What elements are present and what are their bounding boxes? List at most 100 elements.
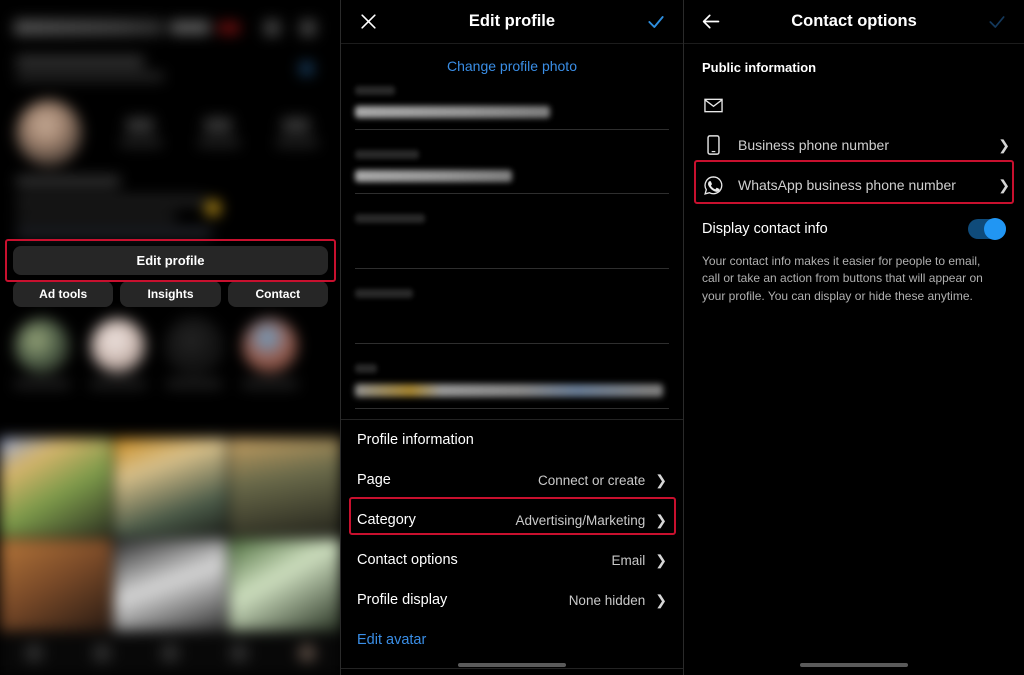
profile-tab-avatar [297,644,316,662]
menu-row-edit-avatar[interactable]: Edit avatar [341,620,683,660]
blurred-profile-content [0,0,340,675]
search-icon [93,644,112,662]
website-field[interactable] [355,289,669,344]
bio-field[interactable] [355,364,669,409]
profile-action-buttons: Ad tools Insights Contact [13,281,328,307]
grid-photo [0,438,113,537]
stat-posts [118,118,164,152]
display-contact-info-toggle[interactable] [968,218,1006,240]
chevron-right-icon: ❯ [655,592,667,608]
menu-value: Email [611,552,646,568]
story-highlight [90,318,146,388]
profile-badge-blurred [170,21,210,34]
toggle-label: Display contact info [702,221,828,237]
contact-row-email[interactable] [684,85,1024,125]
page-title: Edit profile [468,12,556,30]
page-title: Contact options [791,12,917,30]
profile-badge2-blurred [300,62,313,75]
menu-row-profile-information: Profile information [341,420,683,460]
contact-options-panel: Contact options Public information Busin… [684,0,1024,675]
grid-photo [114,539,227,638]
menu-label: Profile information [357,432,474,448]
instagram-profile-panel: Edit profile Ad tools Insights Contact [0,0,341,675]
chevron-right-icon: ❯ [655,472,667,488]
stat-following [274,118,320,152]
menu-icon [300,20,316,36]
profile-subtitle-blurred [16,56,144,67]
chevron-right-icon: ❯ [655,512,667,528]
story-highlights [0,318,340,402]
edit-profile-header: Edit profile [341,0,683,44]
contact-button[interactable]: Contact [227,281,328,307]
personal-information-settings-link[interactable]: Personal information settings [341,669,683,675]
home-indicator [458,663,566,667]
menu-label: Edit avatar [357,632,427,648]
confirm-check-icon[interactable] [984,9,1010,35]
section-title-public-information: Public information [702,60,817,75]
menu-value: Advertising/Marketing [515,512,646,528]
profile-fields-blurred [341,86,683,409]
chevron-right-icon: ❯ [998,137,1010,153]
pronouns-field[interactable] [355,214,669,269]
home-indicator [800,663,908,667]
menu-label: Contact options [357,552,458,568]
contact-info-description: Your contact info makes it easier for pe… [702,254,983,303]
edit-profile-panel: Edit profile Change profile photo Profil… [341,0,684,675]
grid-photo [228,539,340,638]
username-field[interactable] [355,150,669,194]
close-icon[interactable] [355,9,381,35]
three-panel-screenshot: Edit profile Ad tools Insights Contact E… [0,0,1024,675]
bottom-navigation [0,631,340,675]
contact-label: Business phone number [738,137,889,153]
grid-photo [228,438,340,537]
profile-notification-blurred [218,22,240,34]
contact-row-business-phone[interactable]: Business phone number ❯ [684,125,1024,165]
chevron-right-icon: ❯ [998,177,1010,193]
menu-row-page[interactable]: Page Connect or create ❯ [341,460,683,500]
edit-profile-highlight-box [5,239,336,282]
menu-value: None hidden [568,592,646,608]
menu-row-category[interactable]: Category Advertising/Marketing ❯ [341,500,683,540]
menu-row-contact-options[interactable]: Contact options Email ❯ [341,540,683,580]
back-arrow-icon[interactable] [698,9,724,35]
chevron-right-icon: ❯ [655,552,667,568]
menu-value: Connect or create [537,472,646,488]
story-highlight [14,318,70,388]
contact-row-whatsapp[interactable]: WhatsApp business phone number ❯ [684,165,1024,205]
story-highlight [242,318,298,388]
insights-button[interactable]: Insights [120,281,221,307]
profile-bio-line-3 [16,228,212,237]
profile-subtitle2-blurred [16,72,164,81]
shop-icon [229,644,248,662]
profile-topbar [0,14,340,44]
toggle-knob [984,218,1006,240]
menu-label: Profile display [357,592,448,608]
ad-tools-button[interactable]: Ad tools [13,281,114,307]
envelope-icon [702,94,724,116]
change-profile-photo-link[interactable]: Change profile photo [341,44,683,86]
profile-display-name-blurred [16,176,120,187]
contact-options-header: Contact options [684,0,1024,44]
profile-bio-line-2 [16,212,176,221]
menu-row-profile-display[interactable]: Profile display None hidden ❯ [341,580,683,620]
home-icon [25,644,44,662]
avatar [16,100,82,166]
confirm-check-icon[interactable] [643,9,669,35]
stat-followers [196,118,242,152]
profile-bio-emoji [205,200,221,216]
photo-grid [0,438,340,638]
profile-bio-line-1 [16,196,206,205]
contact-label: WhatsApp business phone number [738,177,956,193]
phone-icon [702,134,724,156]
display-contact-info-row[interactable]: Display contact info [684,205,1024,240]
name-field[interactable] [355,86,669,130]
whatsapp-icon [702,174,724,196]
profile-settings-menu: Profile information Page Connect or crea… [341,420,683,660]
menu-label: Page [357,472,391,488]
story-highlight [166,318,222,388]
menu-label: Category [357,512,416,528]
profile-username-blurred [14,20,164,35]
grid-photo [114,438,227,537]
grid-photo [0,539,113,638]
add-icon [264,20,280,36]
